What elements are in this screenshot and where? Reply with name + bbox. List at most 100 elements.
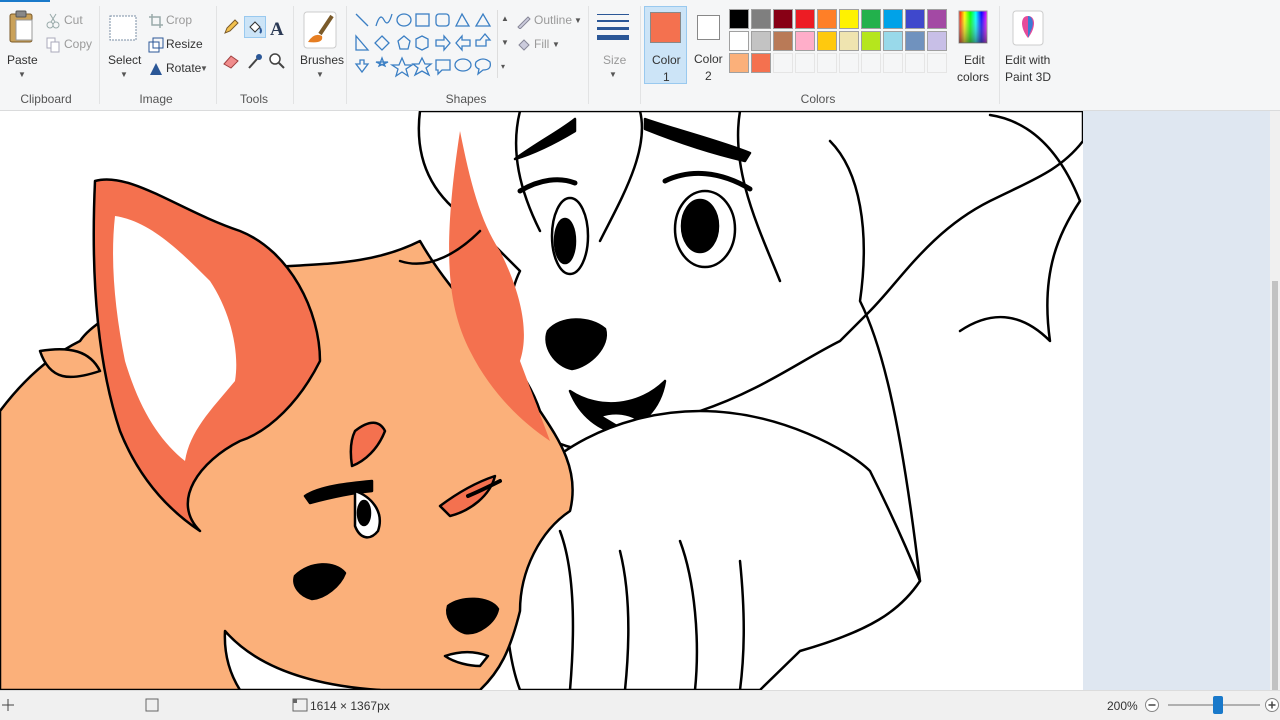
copy-button[interactable]: Copy bbox=[44, 36, 94, 54]
outline-button[interactable]: Outline ▼ bbox=[514, 12, 582, 30]
brushes-label: Brushes bbox=[300, 53, 345, 67]
ribbon: Paste ▼ Cut Copy Clipboard Select ▼ Crop bbox=[0, 0, 1280, 111]
separator bbox=[216, 6, 217, 104]
paint3d-icon bbox=[1012, 10, 1044, 46]
edit-colors-label-2: colors bbox=[957, 70, 990, 84]
palette-swatch[interactable] bbox=[861, 9, 881, 29]
palette-swatch[interactable] bbox=[817, 31, 837, 51]
resize-button[interactable]: Resize bbox=[146, 36, 204, 54]
select-button[interactable]: Select ▼ bbox=[104, 6, 142, 84]
colors-group-label: Colors bbox=[800, 92, 836, 106]
edit-colors-label-1: Edit bbox=[964, 53, 985, 67]
image-group-label: Image bbox=[139, 92, 173, 106]
color2-button[interactable]: Color 2 bbox=[689, 6, 729, 84]
brushes-button[interactable]: Brushes ▼ bbox=[298, 6, 345, 86]
paint3d-label-2: Paint 3D bbox=[1005, 70, 1052, 84]
palette-swatch[interactable] bbox=[883, 31, 903, 51]
palette-swatch[interactable] bbox=[927, 31, 947, 51]
rotate-icon bbox=[150, 63, 162, 75]
palette-swatch[interactable] bbox=[839, 31, 859, 51]
canvas-area bbox=[0, 111, 1270, 690]
rotate-dropdown-arrow: ▼ bbox=[200, 64, 208, 73]
size-button[interactable]: Size ▼ bbox=[592, 6, 634, 86]
palette-swatch[interactable] bbox=[883, 9, 903, 29]
palette-swatch[interactable] bbox=[773, 31, 793, 51]
svg-text:A: A bbox=[270, 19, 284, 38]
palette-swatch[interactable] bbox=[905, 31, 925, 51]
image-size-icon bbox=[292, 698, 308, 712]
resize-icon bbox=[148, 37, 164, 53]
palette-swatch[interactable] bbox=[751, 9, 771, 29]
palette-swatch[interactable] bbox=[751, 53, 771, 73]
crop-button[interactable]: Crop bbox=[146, 12, 198, 30]
palette-swatch[interactable] bbox=[729, 9, 749, 29]
paste-dropdown-arrow: ▼ bbox=[18, 70, 26, 79]
shapes-group-label: Shapes bbox=[445, 92, 487, 106]
palette-swatch-empty[interactable] bbox=[883, 53, 903, 73]
color-picker-icon[interactable] bbox=[246, 52, 264, 70]
paste-button[interactable]: Paste ▼ bbox=[4, 6, 40, 84]
fill-dropdown-arrow: ▼ bbox=[552, 40, 560, 49]
artwork-illustration bbox=[0, 111, 1083, 690]
palette-swatch[interactable] bbox=[839, 9, 859, 29]
paint3d-label-1: Edit with bbox=[1005, 53, 1051, 67]
palette-swatch-empty[interactable] bbox=[905, 53, 925, 73]
zoom-slider-thumb[interactable] bbox=[1213, 696, 1223, 714]
pencil-icon[interactable] bbox=[222, 18, 240, 36]
separator bbox=[999, 6, 1000, 104]
selection-size-icon bbox=[145, 698, 159, 712]
palette-swatch-empty[interactable] bbox=[773, 53, 793, 73]
zoom-in-icon[interactable] bbox=[1264, 697, 1280, 713]
shapes-gallery-scroll[interactable]: ▲ ▼ ▾ bbox=[497, 10, 509, 78]
fill-icon bbox=[518, 39, 530, 51]
crop-label: Crop bbox=[166, 13, 193, 27]
palette-swatch-empty[interactable] bbox=[927, 53, 947, 73]
edit-with-paint3d-button[interactable]: Edit with Paint 3D bbox=[1002, 6, 1054, 86]
drawing-canvas[interactable] bbox=[0, 111, 1083, 690]
separator bbox=[293, 6, 294, 104]
cut-button[interactable]: Cut bbox=[44, 12, 90, 30]
palette-swatch-empty[interactable] bbox=[861, 53, 881, 73]
crop-icon bbox=[149, 14, 163, 28]
palette-swatch[interactable] bbox=[795, 9, 815, 29]
outline-icon bbox=[517, 16, 531, 29]
clipboard-group-label: Clipboard bbox=[20, 92, 72, 106]
rotate-button[interactable]: Rotate ▼ bbox=[146, 60, 210, 78]
zoom-out-icon[interactable] bbox=[1144, 697, 1160, 713]
separator bbox=[99, 6, 100, 104]
color2-swatch bbox=[697, 15, 720, 40]
palette-swatch[interactable] bbox=[905, 9, 925, 29]
palette-swatch[interactable] bbox=[773, 9, 793, 29]
vertical-scrollbar[interactable] bbox=[1270, 111, 1280, 691]
palette-swatch[interactable] bbox=[795, 31, 815, 51]
palette-swatch[interactable] bbox=[817, 9, 837, 29]
palette-swatch[interactable] bbox=[927, 9, 947, 29]
copy-label: Copy bbox=[64, 37, 93, 51]
palette-swatch-empty[interactable] bbox=[817, 53, 837, 73]
edit-colors-button[interactable]: Edit colors bbox=[952, 6, 994, 86]
palette-swatch[interactable] bbox=[729, 31, 749, 51]
file-tab-accent[interactable] bbox=[0, 0, 50, 2]
cut-label: Cut bbox=[64, 13, 83, 27]
paste-icon bbox=[9, 10, 33, 43]
shapes-gallery[interactable] bbox=[352, 10, 496, 80]
cursor-position-icon bbox=[2, 699, 14, 711]
palette-swatch[interactable] bbox=[751, 31, 771, 51]
palette-swatch[interactable] bbox=[729, 53, 749, 73]
color1-button[interactable]: Color 1 bbox=[644, 6, 687, 84]
vertical-scrollbar-thumb[interactable] bbox=[1272, 281, 1278, 691]
paint-bucket-icon bbox=[249, 21, 262, 34]
fill-with-color-tool[interactable] bbox=[244, 16, 266, 38]
outline-label: Outline bbox=[534, 13, 573, 27]
image-size-text: 1614 × 1367px bbox=[310, 699, 390, 713]
text-tool-icon[interactable]: A bbox=[268, 18, 286, 38]
palette-swatch-empty[interactable] bbox=[795, 53, 815, 73]
magnifier-icon[interactable] bbox=[268, 52, 286, 70]
palette-swatch-empty[interactable] bbox=[839, 53, 859, 73]
eraser-icon[interactable] bbox=[222, 52, 240, 70]
fill-button[interactable]: Fill ▼ bbox=[514, 36, 564, 54]
palette-swatch[interactable] bbox=[861, 31, 881, 51]
size-dropdown-arrow: ▼ bbox=[609, 70, 617, 79]
separator bbox=[588, 6, 589, 104]
scissors-icon bbox=[46, 13, 60, 29]
